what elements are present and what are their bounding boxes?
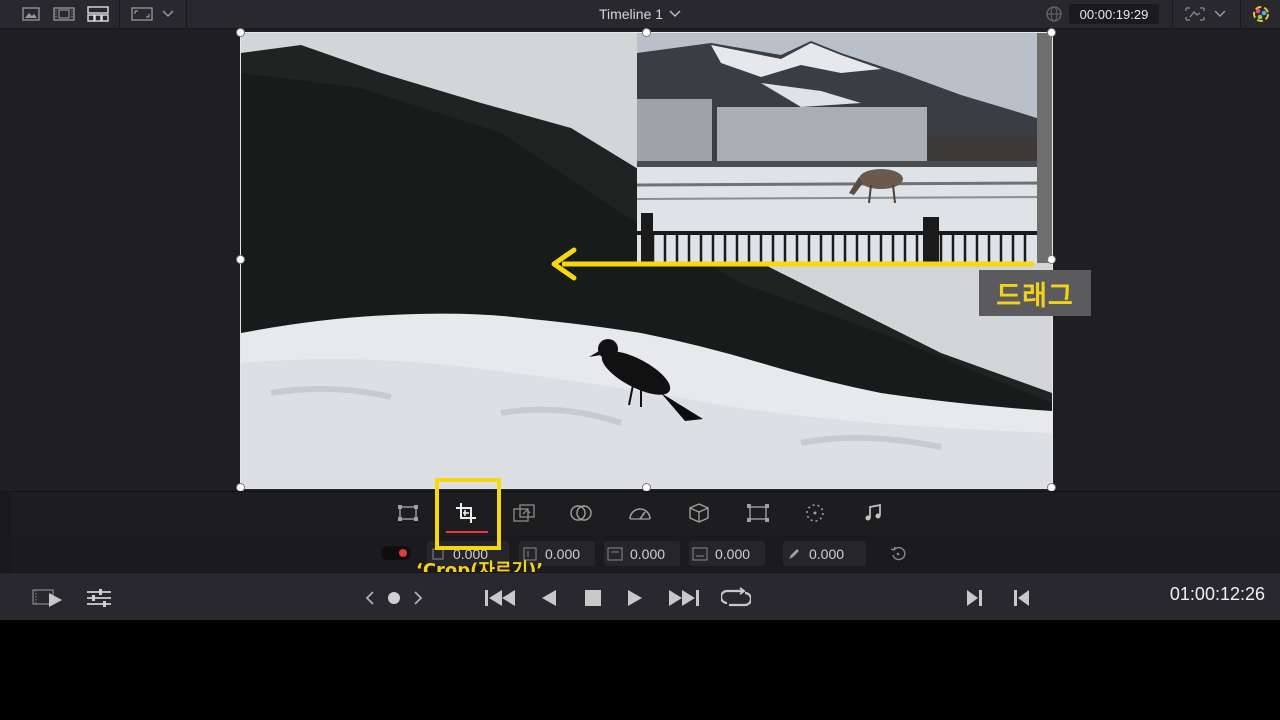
handle-top-right[interactable] <box>1047 28 1056 37</box>
retime-icon[interactable] <box>802 501 828 525</box>
dynamic-zoom-icon[interactable] <box>511 501 537 525</box>
crop-bottom-value[interactable]: 0.000 <box>711 546 750 562</box>
drag-annotation: 드래그 <box>979 270 1091 316</box>
film-strip-icon[interactable] <box>52 5 76 23</box>
speed-icon[interactable] <box>627 501 653 525</box>
go-to-end-icon[interactable] <box>666 586 702 610</box>
mark-in-icon[interactable] <box>962 586 986 610</box>
drag-arrow-icon <box>551 247 1034 281</box>
chevron-down-icon[interactable] <box>160 5 176 23</box>
reset-icon[interactable] <box>888 544 908 564</box>
resolve-edit-page: Timeline 1 00:00:19:29 드래그 0.000 0.000 0… <box>0 0 1280 621</box>
crop-bottom-field[interactable]: 0.000 <box>689 541 765 566</box>
timeline-dropdown-icon[interactable] <box>669 10 681 18</box>
timeline-name[interactable]: Timeline 1 <box>599 6 663 22</box>
pen-icon <box>783 541 805 566</box>
crop-right-value[interactable]: 0.000 <box>541 546 580 562</box>
lens-correction-icon[interactable] <box>745 501 771 525</box>
handle-top-center[interactable] <box>642 28 651 37</box>
crop-top-icon <box>604 541 626 566</box>
inset-clip <box>636 33 1052 263</box>
overlay-chevron-down-icon[interactable] <box>1212 5 1228 23</box>
media-thumbnail-icon[interactable] <box>20 5 42 23</box>
handle-middle-left[interactable] <box>236 255 245 264</box>
active-tool-indicator <box>446 531 488 533</box>
stop-icon[interactable] <box>581 586 605 610</box>
handle-top-left[interactable] <box>236 28 245 37</box>
viewer-toolbar: Timeline 1 00:00:19:29 <box>0 0 1280 29</box>
softness-value[interactable]: 0.000 <box>805 546 844 562</box>
previous-keyframe-icon[interactable] <box>362 588 378 608</box>
source-timecode: 00:00:19:29 <box>1069 4 1159 24</box>
crop-enable-toggle[interactable] <box>381 546 411 560</box>
crop-bottom-icon <box>689 541 711 566</box>
globe-icon[interactable] <box>1043 5 1065 23</box>
loop-icon[interactable] <box>720 586 752 610</box>
viewer-size-icon[interactable] <box>130 5 154 23</box>
crop-top-field[interactable]: 0.000 <box>604 541 680 566</box>
crop-top-value[interactable]: 0.000 <box>626 546 665 562</box>
mark-out-icon[interactable] <box>1010 586 1034 610</box>
handle-middle-right[interactable] <box>1047 255 1056 264</box>
next-keyframe-icon[interactable] <box>410 588 426 608</box>
composite-icon[interactable] <box>568 501 594 525</box>
transform-icon[interactable] <box>395 501 421 525</box>
play-reverse-icon[interactable] <box>538 586 560 610</box>
record-timecode: 01:00:12:26 <box>1169 584 1265 604</box>
softness-field[interactable]: 0.000 <box>783 541 866 566</box>
grid-view-icon[interactable] <box>86 5 110 23</box>
clip-play-icon[interactable] <box>30 586 66 610</box>
play-icon[interactable] <box>624 586 646 610</box>
transform-overlay-icon[interactable] <box>1182 5 1208 23</box>
drag-annotation-text: 드래그 <box>996 280 1074 312</box>
color-wheel-icon[interactable] <box>1250 5 1272 23</box>
crop-icon[interactable] <box>453 501 479 525</box>
audio-mixer-icon[interactable] <box>84 586 114 610</box>
empty-area <box>0 620 1280 720</box>
audio-icon[interactable] <box>860 501 886 525</box>
stabilization-icon[interactable] <box>686 501 712 525</box>
go-to-start-icon[interactable] <box>482 586 518 610</box>
keyframe-dot-icon[interactable] <box>384 588 404 608</box>
